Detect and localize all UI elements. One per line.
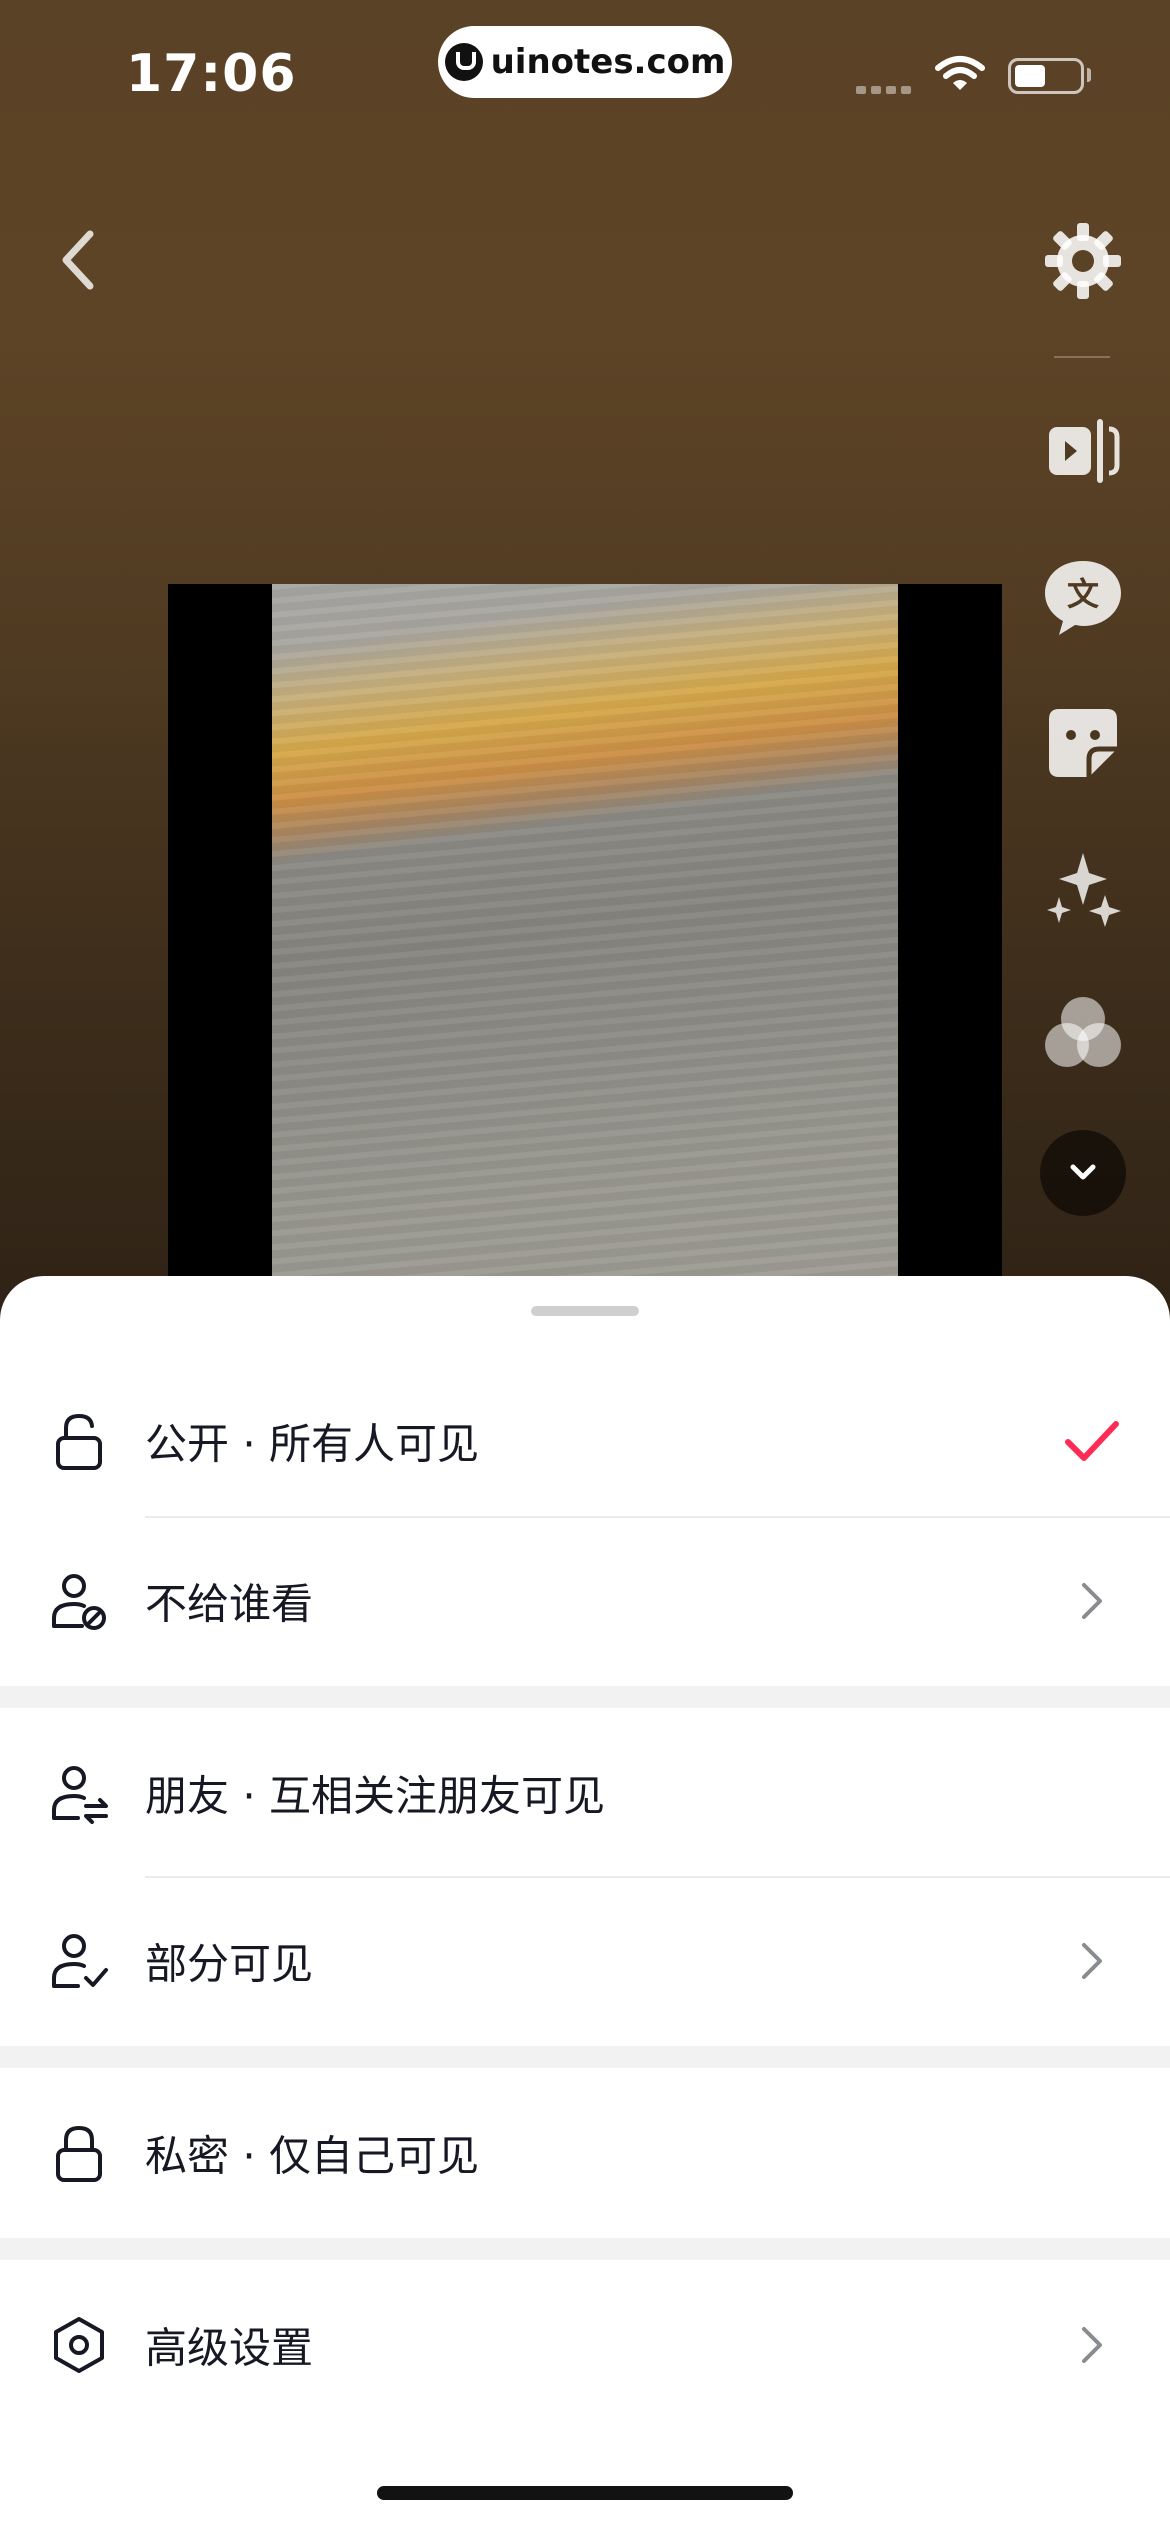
effects-button[interactable] [1040, 846, 1126, 932]
effects-icon [1047, 853, 1121, 927]
svg-text:文: 文 [1067, 575, 1099, 613]
section-gap [0, 2238, 1170, 2260]
check-icon [1065, 1421, 1119, 1461]
option-label: 朋友 · 互相关注朋友可见 [145, 1771, 606, 1821]
chevron-down-icon [1070, 1164, 1096, 1180]
option-advanced-settings[interactable]: 高级设置 [0, 2262, 1170, 2428]
section-gap [0, 1686, 1170, 1708]
lock-icon [56, 2125, 102, 2182]
back-button[interactable] [46, 220, 116, 300]
status-time: 17:06 [126, 44, 297, 104]
collapse-tools-button[interactable] [1040, 1130, 1126, 1216]
filter-icon [1045, 997, 1121, 1067]
sticker-icon [1049, 709, 1117, 777]
chevron-right-icon [1082, 1943, 1102, 1979]
sticker-button[interactable] [1040, 700, 1126, 786]
url-text: uinotes.com [490, 42, 726, 82]
option-label: 不给谁看 [145, 1579, 314, 1629]
chevron-right-icon [1082, 1583, 1102, 1619]
option-label: 公开 · 所有人可见 [145, 1419, 480, 1469]
option-partial[interactable]: 部分可见 [0, 1878, 1170, 2044]
section-gap [0, 2046, 1170, 2068]
battery-icon [1008, 58, 1084, 94]
hexagon-settings-icon [54, 2317, 104, 2373]
video-preview-image [272, 584, 898, 1344]
option-private[interactable]: 私密 · 仅自己可见 [0, 2070, 1170, 2236]
option-label: 私密 · 仅自己可见 [145, 2131, 480, 2181]
settings-icon [1045, 223, 1121, 299]
option-label: 部分可见 [145, 1939, 314, 1989]
translate-icon: 文 [1045, 561, 1121, 635]
unlock-icon [56, 1413, 102, 1470]
user-block-icon [52, 1574, 106, 1630]
user-check-icon [52, 1934, 108, 1988]
sheet-grabber[interactable] [531, 1306, 639, 1316]
uinotes-logo-icon [444, 43, 483, 81]
filter-button[interactable] [1040, 990, 1126, 1076]
option-public[interactable]: 公开 · 所有人可见 [0, 1358, 1170, 1524]
visibility-sheet: 公开 · 所有人可见 不给谁看 朋友 · 互相关注朋友可见 部分可见 私密 · … [0, 1276, 1170, 2532]
user-swap-icon [52, 1766, 108, 1824]
settings-button[interactable] [1040, 218, 1126, 304]
home-indicator [377, 2486, 793, 2500]
split-icon [1049, 419, 1120, 483]
toolbar-divider [1054, 356, 1110, 358]
translate-button[interactable]: 文 [1040, 554, 1126, 640]
option-friends[interactable]: 朋友 · 互相关注朋友可见 [0, 1710, 1170, 1876]
option-hide-from[interactable]: 不给谁看 [0, 1518, 1170, 1684]
option-label: 高级设置 [145, 2323, 314, 2373]
url-pill: uinotes.com [438, 26, 732, 98]
wifi-icon [935, 56, 985, 90]
cellular-signal-icon [856, 86, 911, 94]
chevron-right-icon [1082, 2327, 1102, 2363]
split-button[interactable] [1040, 408, 1126, 494]
